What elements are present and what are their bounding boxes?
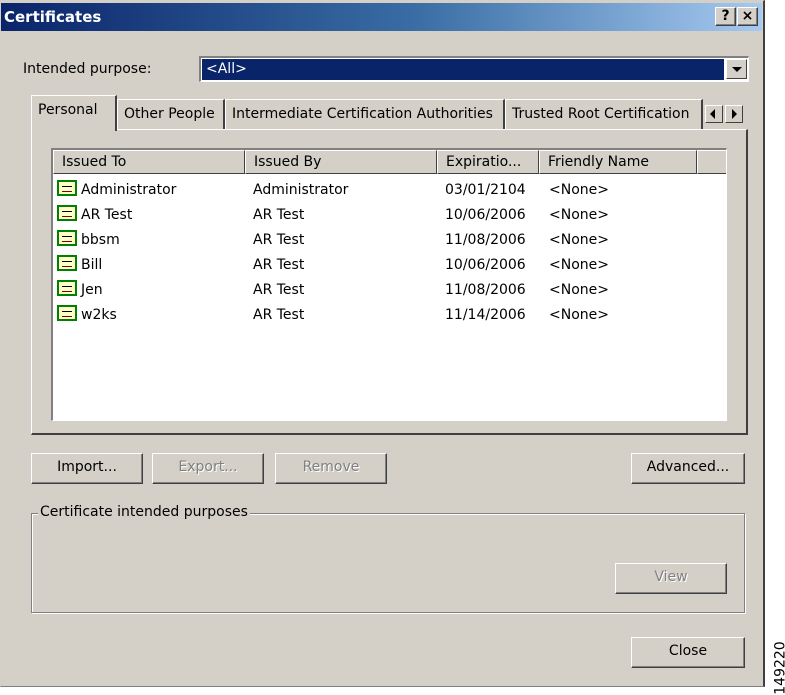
table-row[interactable]: Jen AR Test 11/08/2006 <None>: [53, 278, 726, 303]
issued-by-cell: AR Test: [253, 282, 305, 298]
column-expiration[interactable]: Expiratio...: [437, 150, 539, 174]
issued-to-cell: Administrator: [81, 182, 177, 198]
certificate-icon: [57, 305, 77, 321]
table-row[interactable]: Administrator Administrator 03/01/2104 <…: [53, 178, 726, 203]
column-filler: [697, 150, 726, 174]
intended-purpose-value: <All>: [202, 59, 724, 80]
close-button[interactable]: Close: [631, 637, 745, 668]
intended-purpose-label: Intended purpose:: [23, 61, 152, 77]
column-friendly-name[interactable]: Friendly Name: [539, 150, 697, 174]
tab-scroll-left-button[interactable]: [705, 105, 723, 123]
chevron-down-icon: [732, 67, 742, 72]
group-label: Certificate intended purposes: [38, 504, 250, 520]
table-row[interactable]: bbsm AR Test 11/08/2006 <None>: [53, 228, 726, 253]
certificates-dialog: Certificates ? × Intended purpose: <All>…: [0, 0, 765, 687]
expiration-cell: 10/06/2006: [445, 257, 526, 273]
advanced-button[interactable]: Advanced...: [631, 453, 745, 484]
tab-scroll-right-button[interactable]: [725, 105, 743, 123]
certificate-icon: [57, 230, 77, 246]
column-issued-to[interactable]: Issued To: [53, 150, 245, 174]
expiration-cell: 03/01/2104: [445, 182, 526, 198]
expiration-cell: 11/08/2006: [445, 232, 526, 248]
arrow-left-icon: [710, 109, 715, 119]
certificate-icon: [57, 255, 77, 271]
arrow-right-icon: [732, 109, 737, 119]
remove-button[interactable]: Remove: [275, 453, 387, 484]
expiration-cell: 10/06/2006: [445, 207, 526, 223]
window-title: Certificates: [4, 8, 102, 26]
table-row[interactable]: w2ks AR Test 11/14/2006 <None>: [53, 303, 726, 328]
title-bar: Certificates ? ×: [1, 3, 762, 31]
issued-to-cell: bbsm: [81, 232, 120, 248]
issued-to-cell: AR Test: [81, 207, 133, 223]
certificate-store-tabs: Personal Other People Intermediate Certi…: [31, 95, 751, 131]
issued-by-cell: AR Test: [253, 257, 305, 273]
certificate-icon: [57, 205, 77, 221]
friendly-name-cell: <None>: [549, 182, 609, 198]
friendly-name-cell: <None>: [549, 232, 609, 248]
view-button[interactable]: View: [615, 563, 727, 594]
dropdown-button[interactable]: [726, 59, 747, 79]
table-row[interactable]: Bill AR Test 10/06/2006 <None>: [53, 253, 726, 278]
column-issued-by[interactable]: Issued By: [245, 150, 437, 174]
tab-other-people[interactable]: Other People: [117, 99, 225, 129]
expiration-cell: 11/08/2006: [445, 282, 526, 298]
export-button[interactable]: Export...: [152, 453, 264, 484]
list-header: Issued To Issued By Expiratio... Friendl…: [53, 150, 726, 174]
tab-intermediate-certification-authorities[interactable]: Intermediate Certification Authorities: [225, 99, 505, 129]
issued-by-cell: AR Test: [253, 232, 305, 248]
expiration-cell: 11/14/2006: [445, 307, 526, 323]
certificate-list[interactable]: Issued To Issued By Expiratio... Friendl…: [51, 148, 727, 421]
friendly-name-cell: <None>: [549, 207, 609, 223]
tab-panel-personal: Issued To Issued By Expiratio... Friendl…: [31, 129, 748, 435]
table-row[interactable]: AR Test AR Test 10/06/2006 <None>: [53, 203, 726, 228]
certificate-icon: [57, 280, 77, 296]
close-window-button[interactable]: ×: [737, 7, 758, 26]
help-button[interactable]: ?: [715, 7, 736, 26]
friendly-name-cell: <None>: [549, 282, 609, 298]
issued-by-cell: AR Test: [253, 307, 305, 323]
import-button[interactable]: Import...: [31, 453, 143, 484]
issued-to-cell: Jen: [81, 282, 103, 298]
issued-to-cell: w2ks: [81, 307, 117, 323]
intended-purpose-dropdown[interactable]: <All>: [199, 56, 749, 82]
issued-by-cell: AR Test: [253, 207, 305, 223]
figure-id-label: 149220: [767, 640, 785, 694]
issued-by-cell: Administrator: [253, 182, 349, 198]
friendly-name-cell: <None>: [549, 307, 609, 323]
tab-personal[interactable]: Personal: [31, 95, 117, 131]
certificate-icon: [57, 180, 77, 196]
tab-trusted-root-certification[interactable]: Trusted Root Certification: [505, 99, 703, 129]
issued-to-cell: Bill: [81, 257, 103, 273]
friendly-name-cell: <None>: [549, 257, 609, 273]
